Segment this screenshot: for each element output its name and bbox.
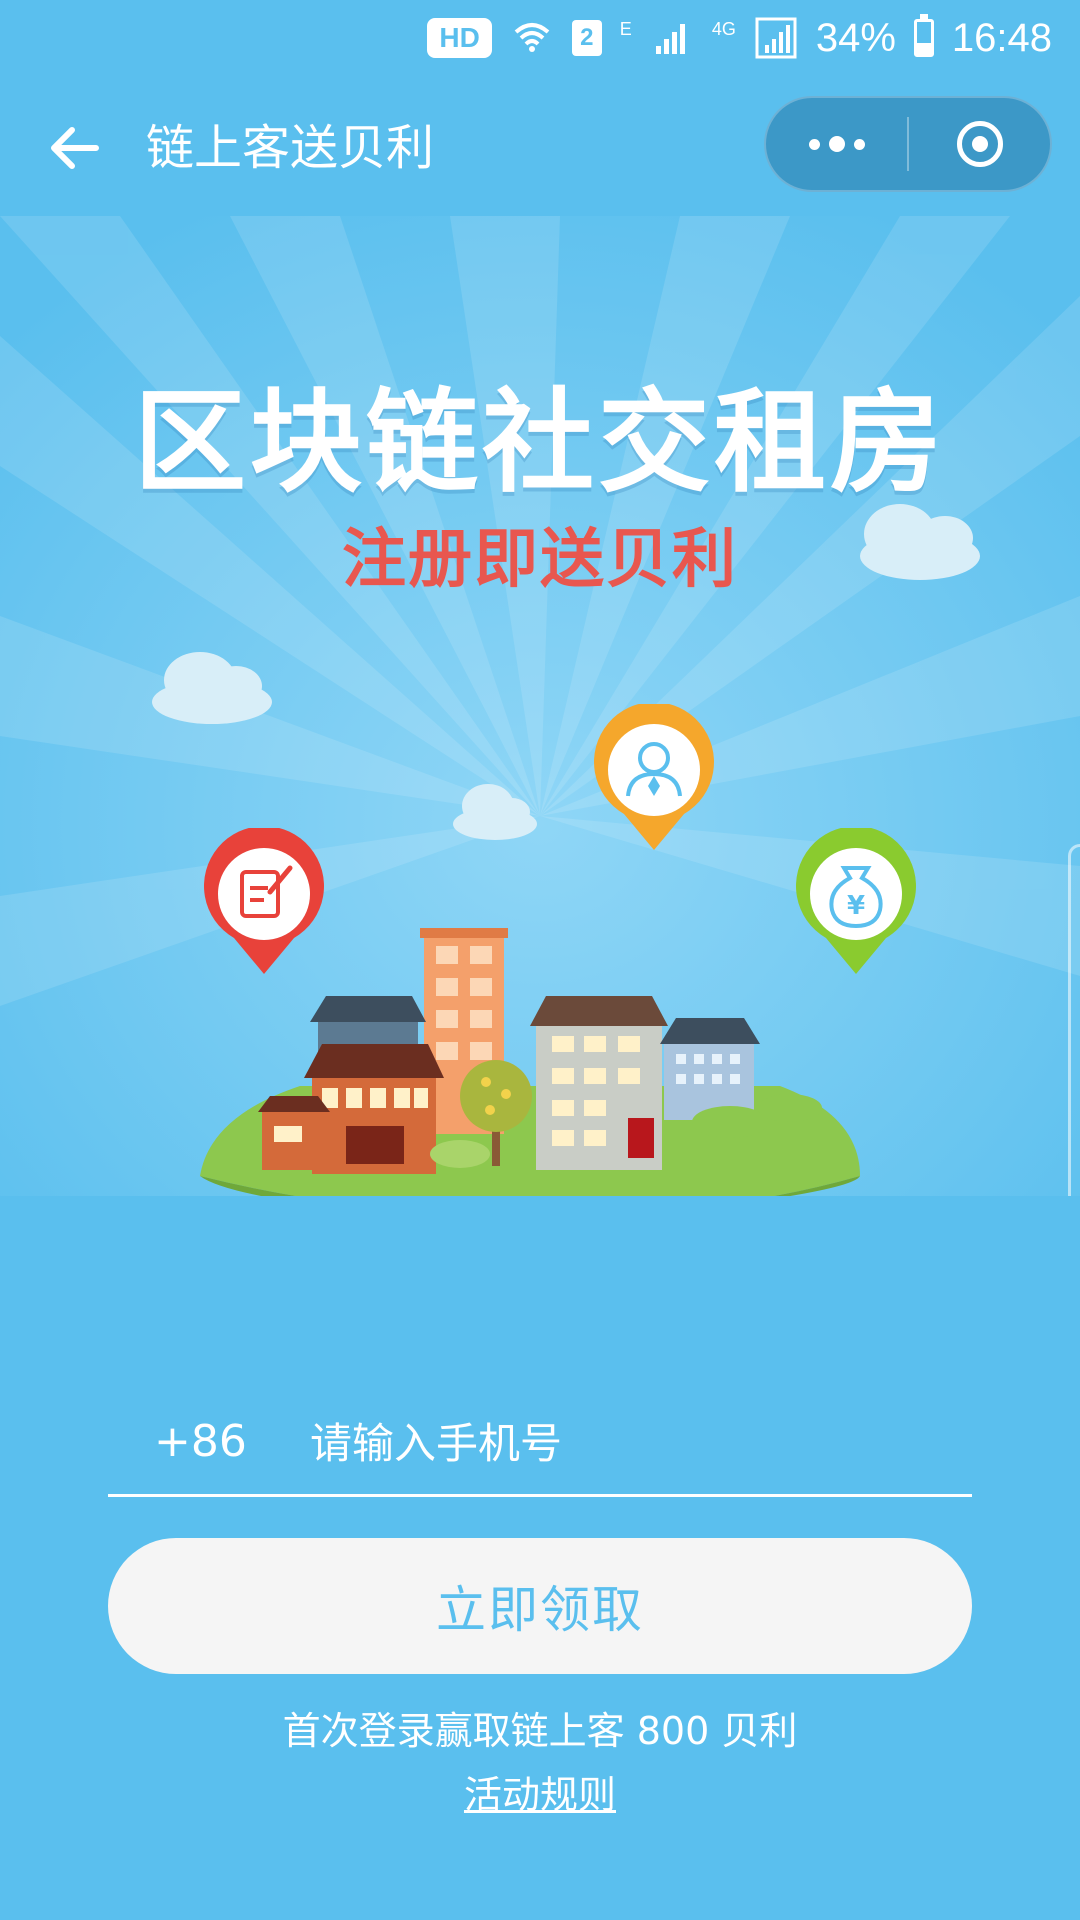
arrow-left-icon [51, 127, 99, 169]
nav-bar: 链上客送贝利 [0, 88, 1080, 208]
phone-input-row: +86 [108, 1400, 972, 1497]
battery-icon [913, 14, 934, 57]
banner-subline: 注册即送贝利 [342, 523, 738, 597]
money-symbol: ¥ [847, 891, 865, 921]
more-dots-icon [808, 136, 865, 152]
user-pin-icon [594, 704, 714, 850]
country-code[interactable]: +86 [154, 1412, 247, 1472]
close-button[interactable] [909, 98, 1050, 190]
edit-pin-icon [204, 828, 324, 974]
back-button[interactable] [40, 114, 108, 182]
network-e-label: E [619, 18, 632, 39]
promo-banner: 区块链社交租房 注册即送贝利 ¥ [0, 216, 1080, 1196]
sim-slot-badge: 2 [571, 20, 602, 56]
claim-button[interactable]: 立即领取 [108, 1538, 972, 1674]
wifi-icon [510, 16, 554, 60]
hd-badge: HD [427, 18, 492, 58]
status-bar: HD 2 E 4G 34% 16:48 [0, 0, 1080, 76]
money-bag-pin-icon: ¥ [796, 828, 916, 974]
banner-headline: 区块链社交租房 [134, 378, 946, 508]
target-icon [956, 121, 1003, 167]
more-button[interactable] [766, 98, 907, 190]
page-title: 链上客送贝利 [146, 120, 435, 176]
network-4g-label: 4G [711, 18, 736, 39]
activity-rules-link[interactable]: 活动规则 [0, 1764, 1080, 1819]
clock-time: 16:48 [951, 15, 1052, 60]
first-login-tip: 首次登录赢取链上客 800 贝利 [282, 1709, 798, 1753]
battery-percent: 34% [815, 15, 896, 60]
signal-icon [650, 16, 694, 60]
mini-program-capsule [764, 96, 1052, 192]
side-drawer-handle[interactable] [1068, 844, 1080, 1196]
signal-4g-icon [754, 16, 798, 60]
phone-input[interactable] [308, 1410, 932, 1476]
